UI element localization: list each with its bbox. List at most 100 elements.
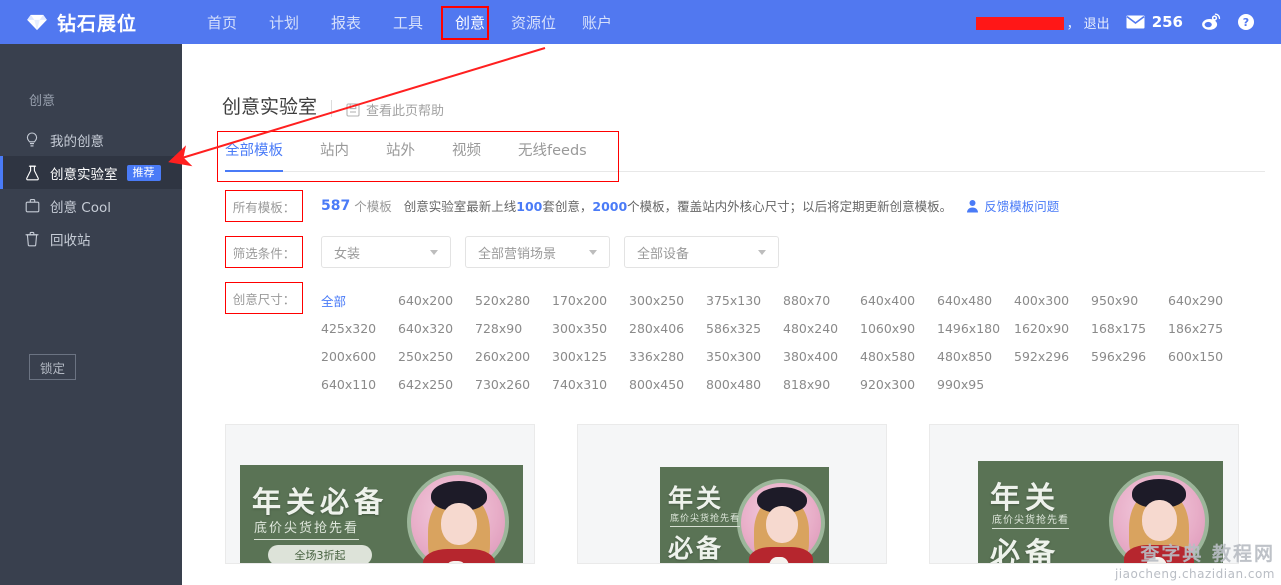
size-option[interactable]: 380x400 — [783, 342, 860, 370]
help-circle-icon: ? — [1238, 14, 1254, 30]
size-option[interactable]: 1496x180 — [937, 314, 1014, 342]
size-option[interactable]: 1060x90 — [860, 314, 937, 342]
size-option[interactable]: 880x70 — [783, 286, 860, 314]
logout-link[interactable]: 退出 — [1084, 13, 1110, 32]
tab-wireless-feeds[interactable]: 无线feeds — [518, 139, 587, 171]
size-option[interactable]: 168x175 — [1091, 314, 1168, 342]
filter-conditions-label: 筛选条件： — [225, 236, 303, 268]
mailbox-button[interactable]: 256 — [1126, 13, 1183, 31]
template-card[interactable]: 年关 底价尖货抢先看 必备 全场3折起 — [929, 424, 1239, 564]
template-notice: 创意实验室最新上线100套创意，2000个模板，覆盖站内外核心尺寸；以后将定期更… — [403, 199, 953, 214]
size-option[interactable]: 920x300 — [860, 370, 937, 398]
size-option[interactable]: 250x250 — [398, 342, 475, 370]
category-select[interactable]: 女装 — [321, 236, 451, 268]
size-option[interactable]: 260x200 — [475, 342, 552, 370]
size-option[interactable]: 300x250 — [629, 286, 706, 314]
size-option[interactable]: 640x200 — [398, 286, 475, 314]
nav-item-report[interactable]: 报表 — [315, 0, 377, 44]
size-option[interactable]: 640x290 — [1168, 286, 1245, 314]
size-option[interactable]: 640x320 — [398, 314, 475, 342]
size-option[interactable]: 300x125 — [552, 342, 629, 370]
size-option[interactable]: 425x320 — [321, 314, 398, 342]
app-root: 钻石展位 首页 计划 报表 工具 创意 资源位 账户 ， 退出 256 ? 创意… — [0, 0, 1281, 585]
banner-headline: 年关 — [668, 484, 725, 513]
sidebar-item-label: 创意 Cool — [50, 199, 111, 216]
filter-row-conditions: 筛选条件： 女装 全部营销场景 全部设备 — [225, 236, 1245, 268]
all-templates-label: 所有模板： — [225, 190, 303, 222]
size-option[interactable]: 950x90 — [1091, 286, 1168, 314]
nav-item-resource[interactable]: 资源位 — [501, 0, 566, 44]
lock-button[interactable]: 锁定 — [29, 354, 76, 380]
scene-select-value: 全部营销场景 — [478, 246, 557, 262]
size-option[interactable]: 642x250 — [398, 370, 475, 398]
filter-row-all-templates: 所有模板： 587 个模板 创意实验室最新上线100套创意，2000个模板，覆盖… — [225, 190, 1245, 222]
tab-offsite[interactable]: 站外 — [386, 139, 415, 171]
size-option[interactable]: 350x300 — [706, 342, 783, 370]
feedback-link[interactable]: 反馈模板问题 — [966, 196, 1059, 215]
weibo-button[interactable] — [1201, 13, 1221, 31]
banner-art: 年关 底价尖货抢先看 必备 全场3折起 — [660, 467, 829, 563]
tab-onsite[interactable]: 站内 — [320, 139, 349, 171]
template-card[interactable]: 年关必备 底价尖货抢先看 全场3折起 — [225, 424, 535, 564]
size-option[interactable]: 170x200 — [552, 286, 629, 314]
brand-logo[interactable]: 钻石展位 — [26, 9, 191, 36]
template-card-list: 年关必备 底价尖货抢先看 全场3折起 年关 底价尖货抢先看 必备 年关 底价尖货… — [225, 424, 1281, 564]
template-banner: 年关 底价尖货抢先看 必备 全场3折起 — [660, 467, 829, 563]
size-option[interactable]: 592x296 — [1014, 342, 1091, 370]
size-option[interactable]: 480x850 — [937, 342, 1014, 370]
size-option[interactable]: 200x600 — [321, 342, 398, 370]
size-option[interactable]: 1620x90 — [1014, 314, 1091, 342]
size-option[interactable]: 640x110 — [321, 370, 398, 398]
size-option[interactable]: 300x350 — [552, 314, 629, 342]
size-option[interactable]: 375x130 — [706, 286, 783, 314]
page-title: 创意实验室 — [222, 96, 318, 118]
page-help-link[interactable]: 查看此页帮助 — [346, 100, 444, 119]
size-option[interactable]: 640x400 — [860, 286, 937, 314]
nav-item-account[interactable]: 账户 — [566, 0, 628, 44]
notice-number-2: 2000 — [592, 199, 628, 214]
size-option[interactable]: 280x406 — [629, 314, 706, 342]
top-navigation-bar: 钻石展位 首页 计划 报表 工具 创意 资源位 账户 ， 退出 256 ? — [0, 0, 1281, 44]
banner-headline-2: 必备 — [668, 534, 725, 563]
nav-item-plan[interactable]: 计划 — [253, 0, 315, 44]
chevron-down-icon — [589, 249, 597, 255]
sidebar: 创意 我的创意 创意实验室 推荐 创意 Cool 回收站 锁定 — [0, 44, 182, 585]
sidebar-item-my-creative[interactable]: 我的创意 — [0, 123, 182, 156]
sidebar-item-creative-cool[interactable]: 创意 Cool — [0, 189, 182, 222]
size-option[interactable]: 818x90 — [783, 370, 860, 398]
scene-select[interactable]: 全部营销场景 — [465, 236, 610, 268]
size-option[interactable]: 740x310 — [552, 370, 629, 398]
size-option[interactable]: 640x480 — [937, 286, 1014, 314]
tab-all-templates[interactable]: 全部模板 — [225, 139, 283, 172]
nav-item-home[interactable]: 首页 — [191, 0, 253, 44]
size-option[interactable]: 480x580 — [860, 342, 937, 370]
size-option[interactable]: 400x300 — [1014, 286, 1091, 314]
template-count: 587 — [321, 197, 351, 214]
size-option[interactable]: 728x90 — [475, 314, 552, 342]
size-option[interactable]: 480x240 — [783, 314, 860, 342]
size-option[interactable]: 600x150 — [1168, 342, 1245, 370]
size-option[interactable]: 186x275 — [1168, 314, 1245, 342]
size-option[interactable]: 730x260 — [475, 370, 552, 398]
size-option[interactable]: 全部 — [321, 286, 398, 314]
brand-name: 钻石展位 — [57, 12, 138, 35]
tab-video[interactable]: 视频 — [452, 139, 481, 171]
help-button[interactable]: ? — [1237, 13, 1255, 31]
size-option[interactable]: 520x280 — [475, 286, 552, 314]
nav-item-tools[interactable]: 工具 — [377, 0, 439, 44]
size-option[interactable]: 800x480 — [706, 370, 783, 398]
book-icon — [346, 102, 360, 117]
feedback-label: 反馈模板问题 — [984, 199, 1060, 214]
size-option[interactable]: 336x280 — [629, 342, 706, 370]
mail-count: 256 — [1151, 13, 1183, 31]
sidebar-menu: 我的创意 创意实验室 推荐 创意 Cool 回收站 — [0, 123, 182, 255]
device-select[interactable]: 全部设备 — [624, 236, 779, 268]
size-option[interactable]: 596x296 — [1091, 342, 1168, 370]
size-option[interactable]: 990x95 — [937, 370, 1014, 398]
template-card[interactable]: 年关 底价尖货抢先看 必备 全场3折起 — [577, 424, 887, 564]
sidebar-item-creative-lab[interactable]: 创意实验室 推荐 — [0, 156, 182, 189]
size-option[interactable]: 800x450 — [629, 370, 706, 398]
size-option[interactable]: 586x325 — [706, 314, 783, 342]
sidebar-item-recycle-bin[interactable]: 回收站 — [0, 222, 182, 255]
nav-item-creative[interactable]: 创意 — [439, 0, 501, 44]
